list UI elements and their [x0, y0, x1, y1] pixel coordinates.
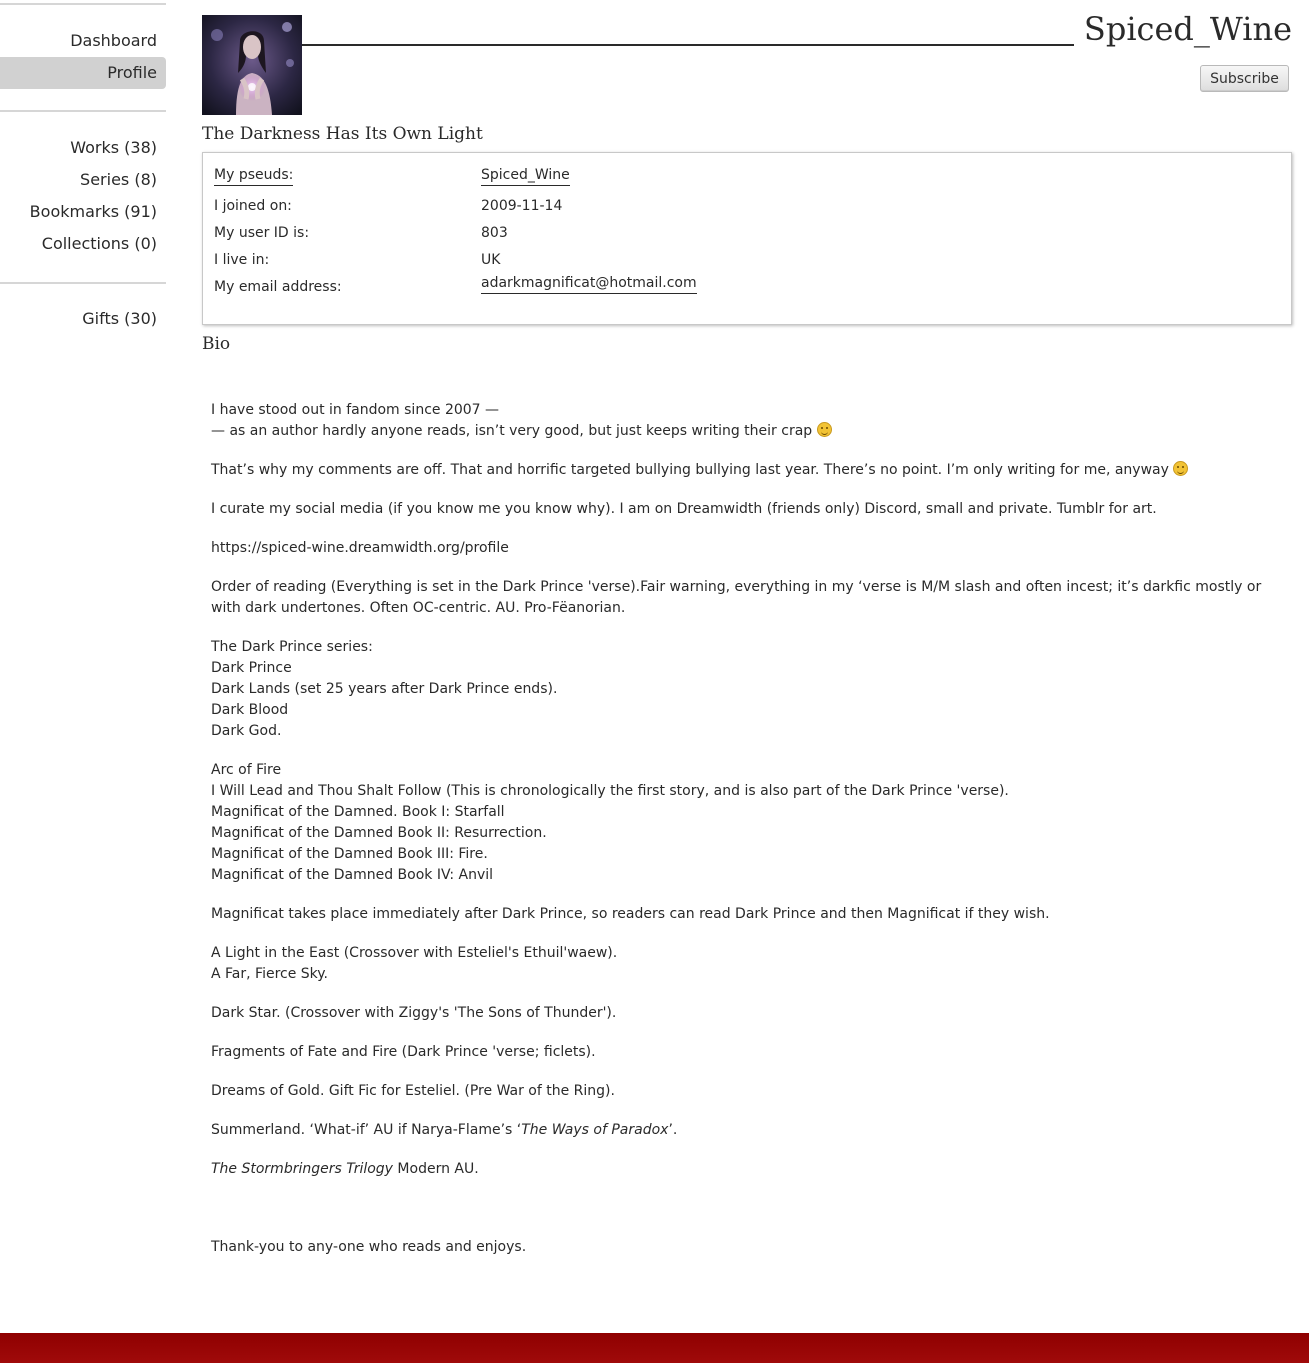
bio-paragraph: Summerland. ‘What-if’ AU if Narya-Flame’…: [211, 1120, 1291, 1141]
bio-paragraph: Dark Star. (Crossover with Ziggy's 'The …: [211, 1005, 617, 1021]
email-label: My email address:: [214, 279, 342, 295]
pseuds-label[interactable]: My pseuds:: [214, 166, 294, 186]
summerland-suffix: ’.: [668, 1122, 678, 1138]
bio-paragraph: Thank-you to any-one who reads and enjoy…: [211, 1239, 527, 1255]
list-item: Dark Prince: [211, 660, 292, 676]
stormbringers-title: The Stormbringers Trilogy: [211, 1161, 393, 1177]
sidebar-item-works[interactable]: Works (38): [0, 132, 166, 164]
sidebar-divider: [0, 110, 166, 112]
meta-row-joined: I joined on: 2009-11-14: [203, 193, 1291, 220]
summerland-title: The Ways of Paradox: [521, 1122, 669, 1138]
page-footer: [0, 1333, 1309, 1363]
list-item: Dark Blood: [211, 702, 289, 718]
email-link[interactable]: adarkmagnificat@hotmail.com: [481, 274, 697, 294]
sidebar-divider: [0, 282, 166, 284]
bio-text: I have stood out in fandom since 2007 — …: [211, 400, 1291, 1276]
list-item: Magnificat of the Damned Book IV: Anvil: [211, 867, 494, 883]
location-value: UK: [481, 252, 501, 268]
bio-intro-line: I have stood out in fandom since 2007 —: [211, 402, 500, 418]
sidebar-item-collections[interactable]: Collections (0): [0, 228, 166, 260]
bio-series-list: Arc of Fire I Will Lead and Thou Shalt F…: [211, 760, 1291, 886]
summerland-text: Summerland. ‘What-if’ AU if Narya-Flame’…: [211, 1122, 522, 1138]
profile-tagline: The Darkness Has Its Own Light: [202, 124, 483, 144]
bio-series-list: A Light in the East (Crossover with Este…: [211, 943, 1291, 985]
meta-row-user-id: My user ID is: 803: [203, 220, 1291, 247]
laughing-emoji-icon: [816, 422, 832, 437]
list-item: The Dark Prince series:: [211, 639, 373, 655]
page-title: Spiced_Wine: [1073, 8, 1292, 50]
bio-paragraph: Fragments of Fate and Fire (Dark Prince …: [211, 1044, 596, 1060]
bio-paragraph: Order of reading (Everything is set in t…: [211, 579, 1262, 616]
meta-row-email: My email address: adarkmagnificat@hotmai…: [203, 274, 1291, 301]
user-id-label: My user ID is:: [214, 225, 310, 241]
list-item: Dark Lands (set 25 years after Dark Prin…: [211, 681, 558, 697]
bio-paragraph: I curate my social media (if you know me…: [211, 501, 1157, 517]
bio-intro-line: — as an author hardly anyone reads, isn’…: [211, 423, 813, 439]
bio-comments-text: That’s why my comments are off. That and…: [211, 462, 1169, 478]
sidebar-item-bookmarks[interactable]: Bookmarks (91): [0, 196, 166, 228]
user-id-value: 803: [481, 225, 508, 241]
meta-row-location: I live in: UK: [203, 247, 1291, 274]
bio-paragraph: https://spiced-wine.dreamwidth.org/profi…: [211, 540, 509, 556]
joined-label: I joined on:: [214, 198, 292, 214]
list-item: Magnificat of the Damned Book III: Fire.: [211, 846, 488, 862]
smiling-emoji-icon: [1173, 461, 1189, 476]
list-item: Arc of Fire: [211, 762, 282, 778]
list-item: A Light in the East (Crossover with Este…: [211, 945, 618, 961]
bio-paragraph: The Stormbringers Trilogy Modern AU.: [211, 1159, 1291, 1180]
profile-meta-box: My pseuds: Spiced_Wine I joined on: 2009…: [202, 152, 1292, 325]
sidebar-item-dashboard[interactable]: Dashboard: [0, 25, 166, 57]
sidebar-item-gifts[interactable]: Gifts (30): [0, 303, 166, 335]
pseud-link[interactable]: Spiced_Wine: [481, 166, 570, 186]
stormbringers-suffix: Modern AU.: [392, 1161, 479, 1177]
bio-heading: Bio: [202, 334, 231, 354]
list-item: Magnificat of the Damned. Book I: Starfa…: [211, 804, 505, 820]
bio-paragraph: Magnificat takes place immediately after…: [211, 906, 1050, 922]
avatar[interactable]: [202, 15, 302, 115]
bio-intro: I have stood out in fandom since 2007 — …: [211, 400, 1291, 442]
list-item: A Far, Fierce Sky.: [211, 966, 329, 982]
sidebar-item-profile[interactable]: Profile: [0, 57, 166, 89]
location-label: I live in:: [214, 252, 270, 268]
bio-series-list: The Dark Prince series: Dark Prince Dark…: [211, 637, 1291, 742]
sidebar-divider: [0, 3, 166, 5]
bio-paragraph: Dreams of Gold. Gift Fic for Esteliel. (…: [211, 1083, 615, 1099]
list-item: Dark God.: [211, 723, 282, 739]
sidebar-item-series[interactable]: Series (8): [0, 164, 166, 196]
joined-value: 2009-11-14: [481, 198, 563, 214]
list-item: Magnificat of the Damned Book II: Resurr…: [211, 825, 547, 841]
list-item: I Will Lead and Thou Shalt Follow (This …: [211, 783, 1009, 799]
bio-paragraph: That’s why my comments are off. That and…: [211, 460, 1291, 481]
meta-row-pseuds: My pseuds: Spiced_Wine: [203, 166, 1291, 193]
subscribe-button[interactable]: Subscribe: [1200, 65, 1289, 92]
